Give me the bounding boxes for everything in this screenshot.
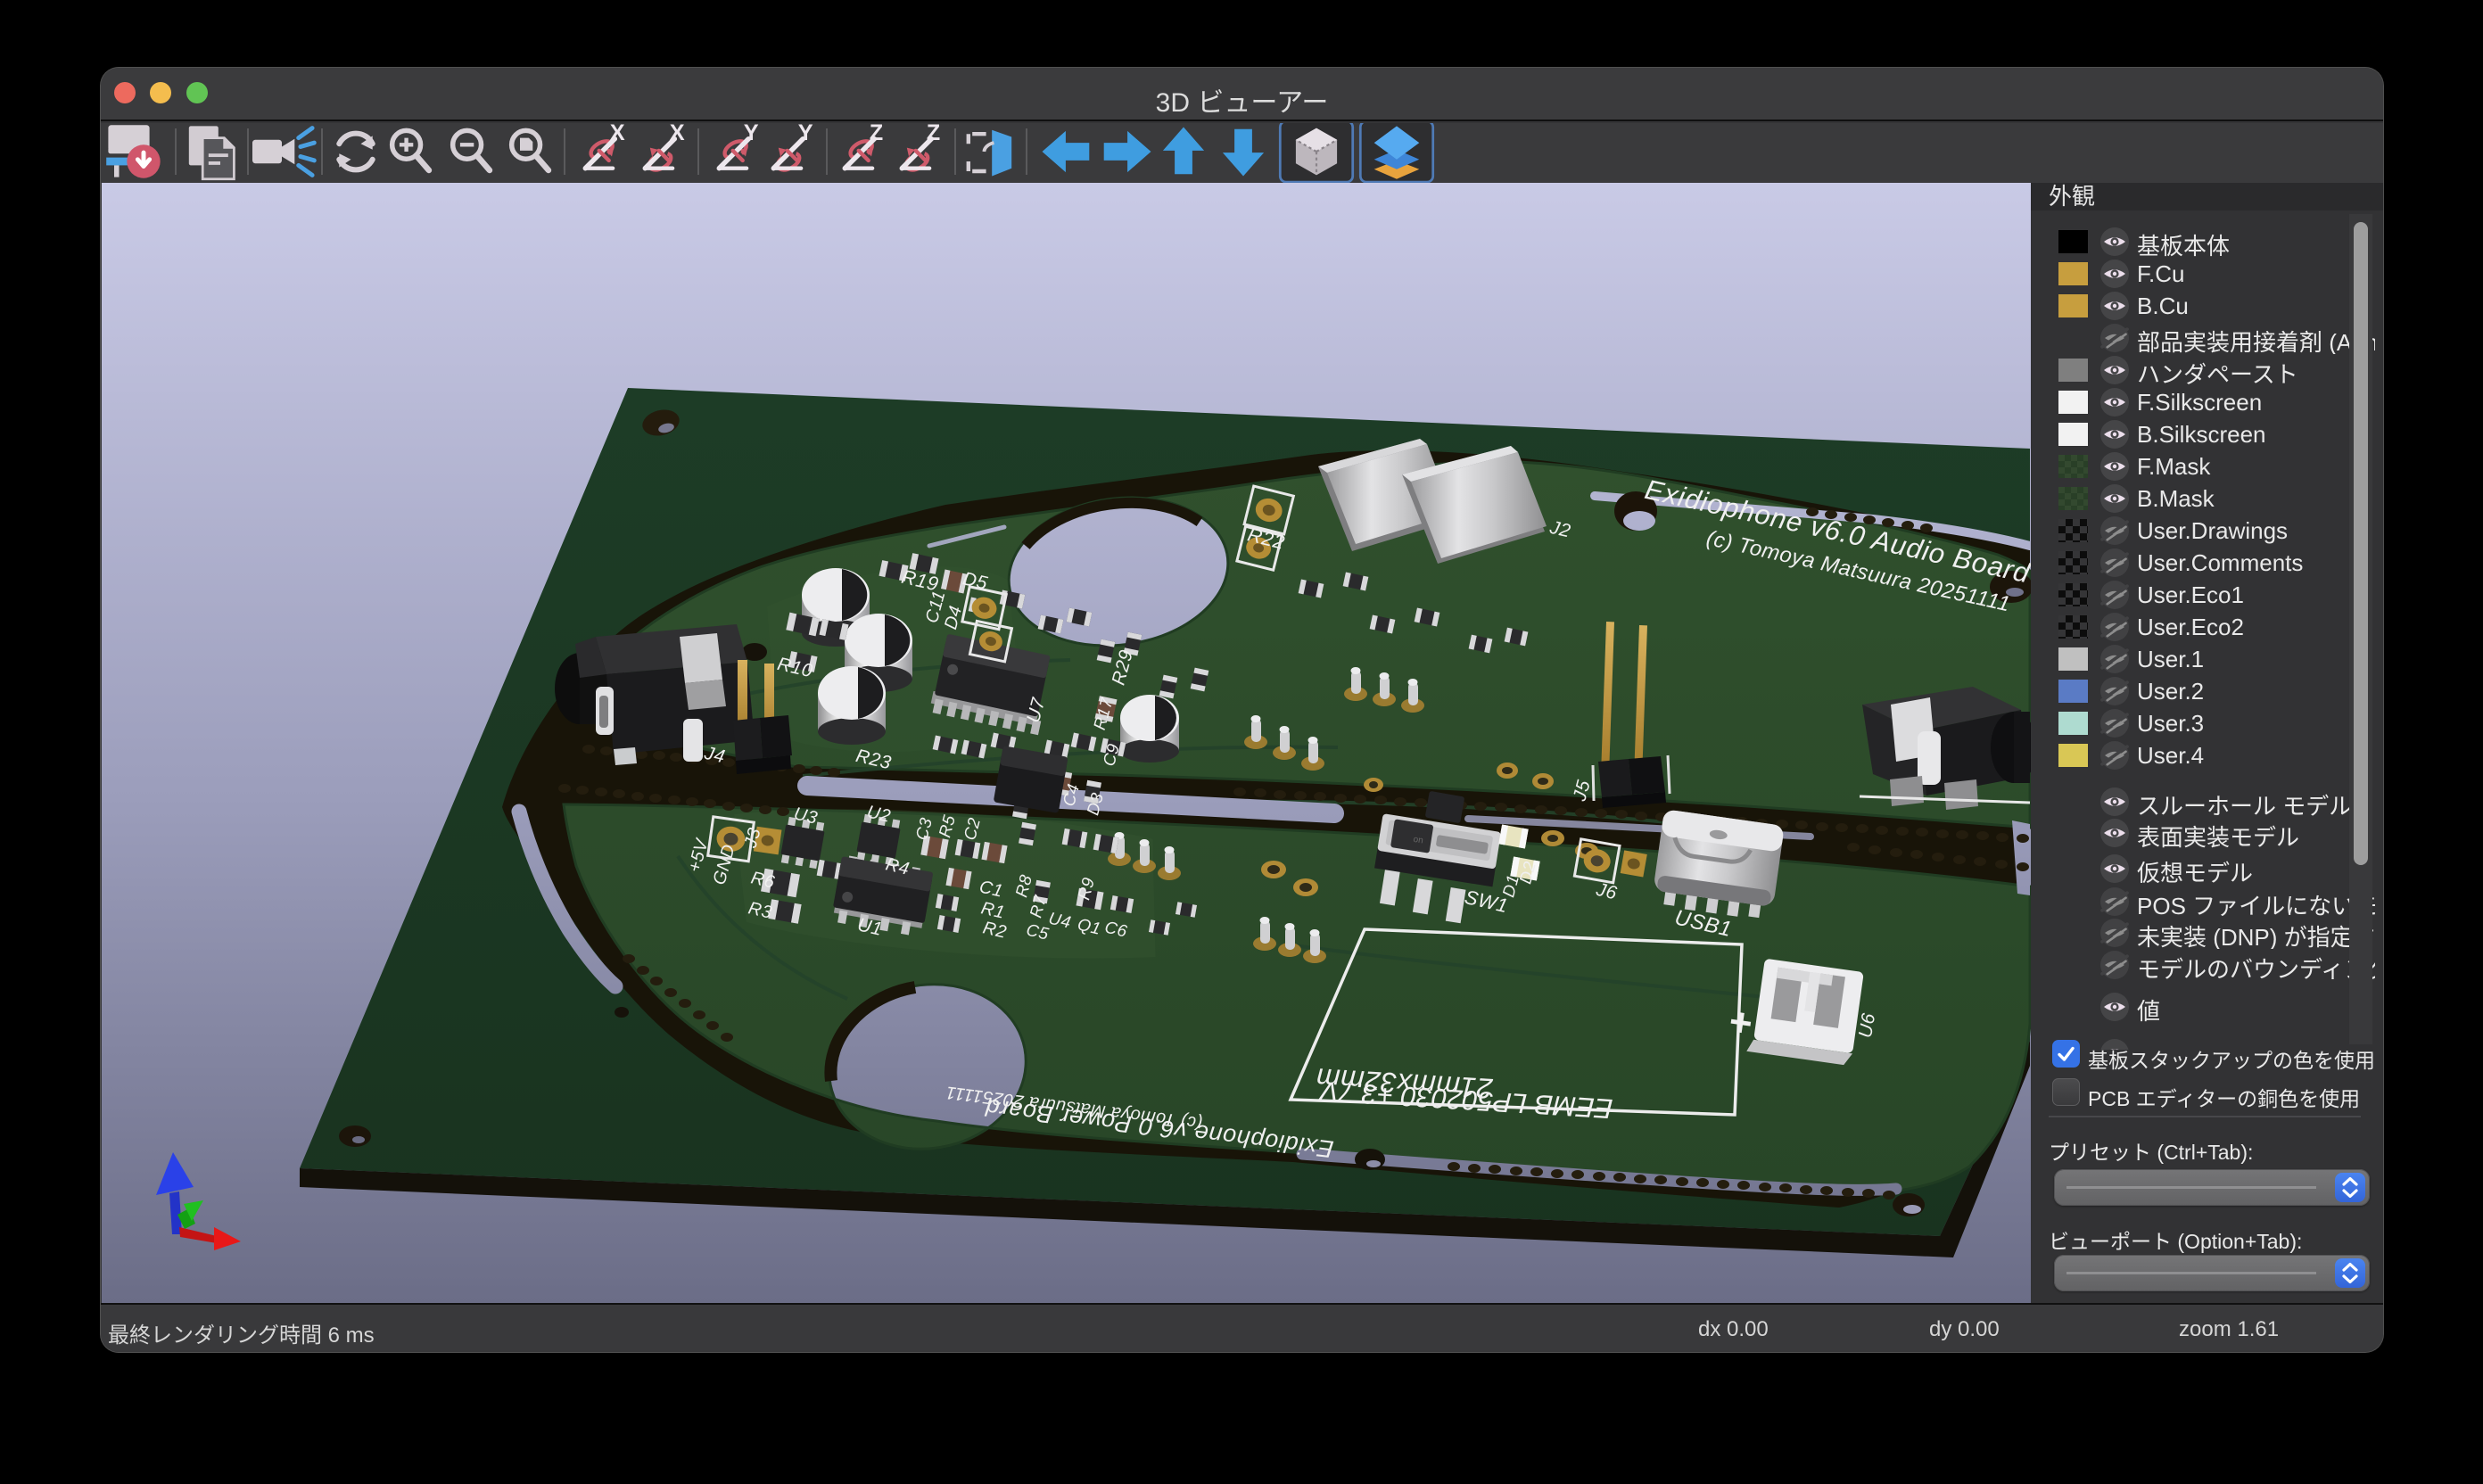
svg-text:X: X — [610, 123, 625, 145]
svg-text:Y: Y — [798, 123, 813, 145]
svg-text:Y: Y — [744, 123, 759, 145]
svg-text:X: X — [670, 123, 685, 145]
svg-text:on: on — [1413, 835, 1424, 846]
svg-text:U6: U6 — [1855, 1011, 1879, 1039]
svg-text:Z: Z — [927, 123, 940, 145]
svg-text:Z: Z — [870, 123, 883, 145]
